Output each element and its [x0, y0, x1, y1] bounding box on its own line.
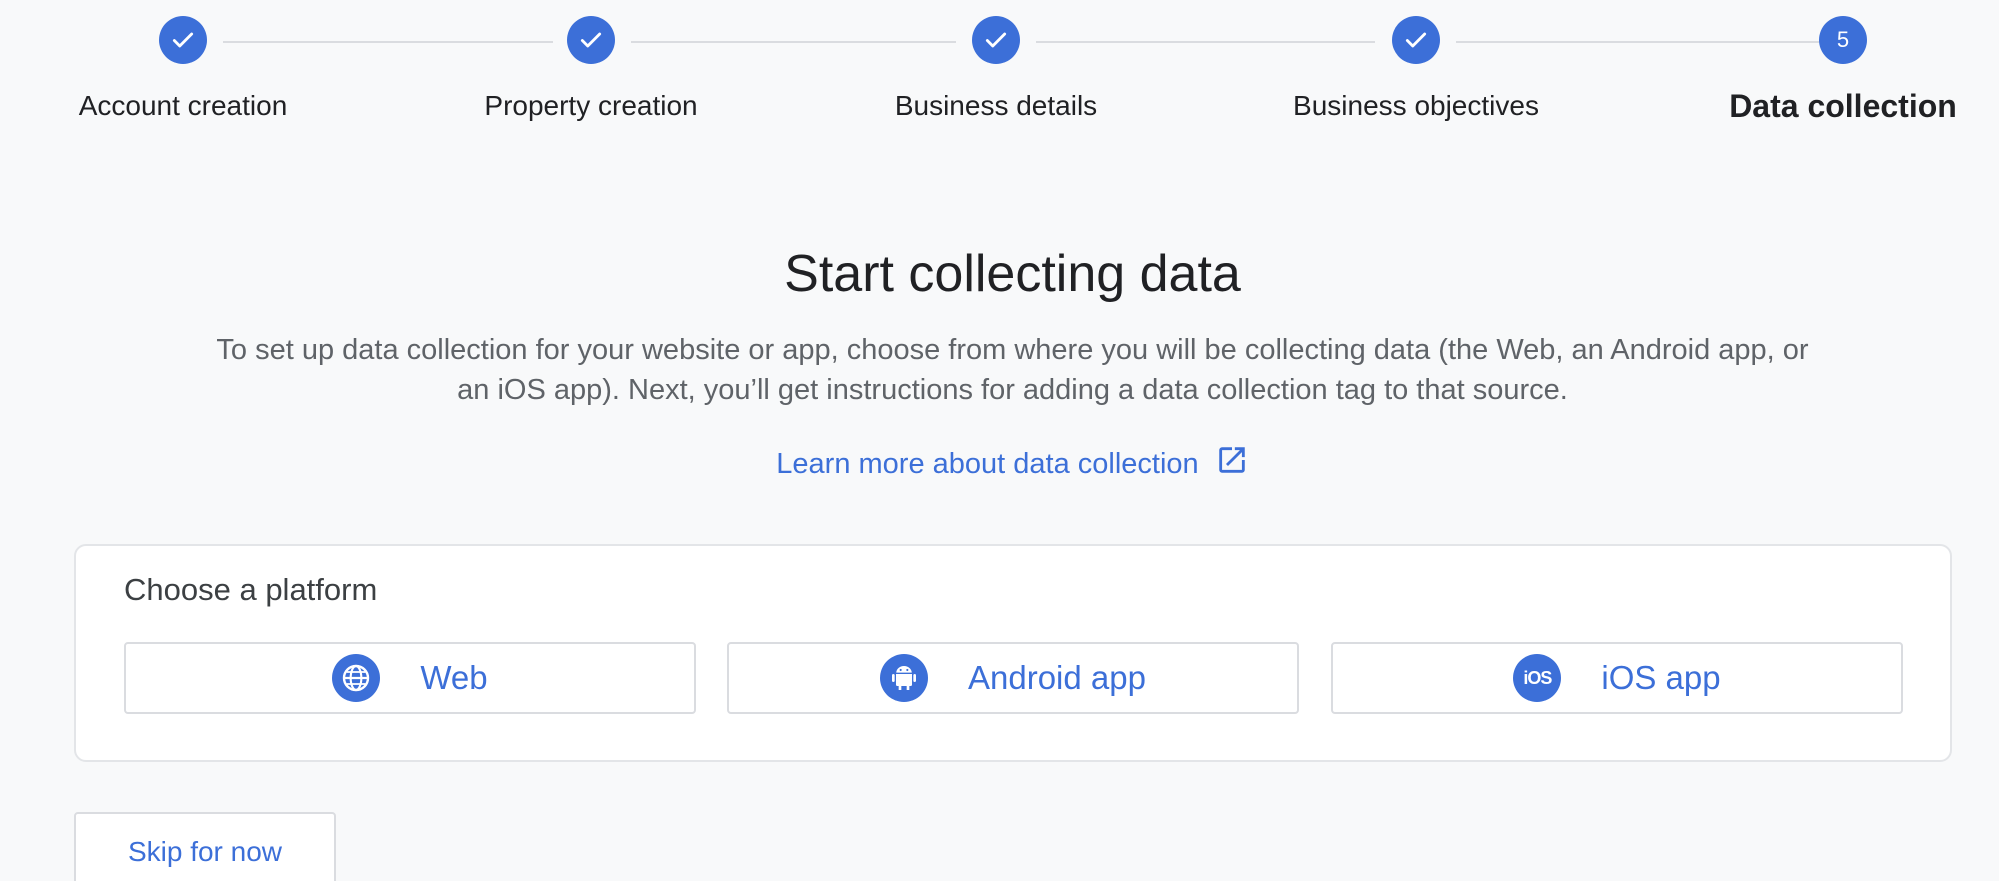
ios-label: iOS app — [1601, 659, 1721, 696]
skip-button[interactable]: Skip for now — [74, 812, 336, 881]
learn-more-link[interactable]: Learn more about data collection — [0, 443, 1999, 485]
page-description: To set up data collection for your websi… — [216, 334, 1809, 406]
step-property-creation[interactable]: Property creation — [441, 16, 741, 122]
learn-more-label: Learn more about data collection — [776, 447, 1199, 480]
ios-platform-button[interactable]: iOS iOS app — [1331, 642, 1903, 714]
page-title: Start collecting data — [784, 245, 1241, 303]
step-label: Account creation — [78, 90, 288, 121]
open-in-new-icon — [1215, 443, 1249, 485]
check-icon — [159, 16, 207, 64]
web-platform-button[interactable]: Web — [124, 642, 696, 714]
card-title: Choose a platform — [124, 572, 378, 607]
step-business-details[interactable]: Business details — [846, 16, 1146, 122]
step-label-current: Data collection — [1729, 88, 1957, 124]
step-account-creation[interactable]: Account creation — [33, 16, 333, 122]
step-label: Business details — [894, 90, 1098, 121]
ios-glyph: iOS — [1523, 667, 1552, 688]
check-icon — [567, 16, 615, 64]
check-icon — [972, 16, 1020, 64]
ios-icon: iOS — [1513, 654, 1562, 702]
platform-card: Choose a platform Web Android app iOS iO… — [74, 544, 1952, 762]
step-business-objectives[interactable]: Business objectives — [1266, 16, 1566, 122]
android-platform-button[interactable]: Android app — [727, 642, 1299, 714]
android-label: Android app — [968, 659, 1146, 696]
step-label: Business objectives — [1293, 90, 1539, 121]
step-number: 5 — [1819, 16, 1867, 64]
setup-page: Account creation Property creation Busin… — [0, 0, 1999, 881]
web-label: Web — [420, 659, 488, 696]
android-icon — [880, 654, 928, 702]
progress-stepper: Account creation Property creation Busin… — [0, 0, 1999, 150]
step-data-collection: 5 Data collection — [1693, 16, 1993, 125]
step-label: Property creation — [484, 90, 698, 121]
check-icon — [1392, 16, 1440, 64]
globe-icon — [332, 654, 381, 702]
